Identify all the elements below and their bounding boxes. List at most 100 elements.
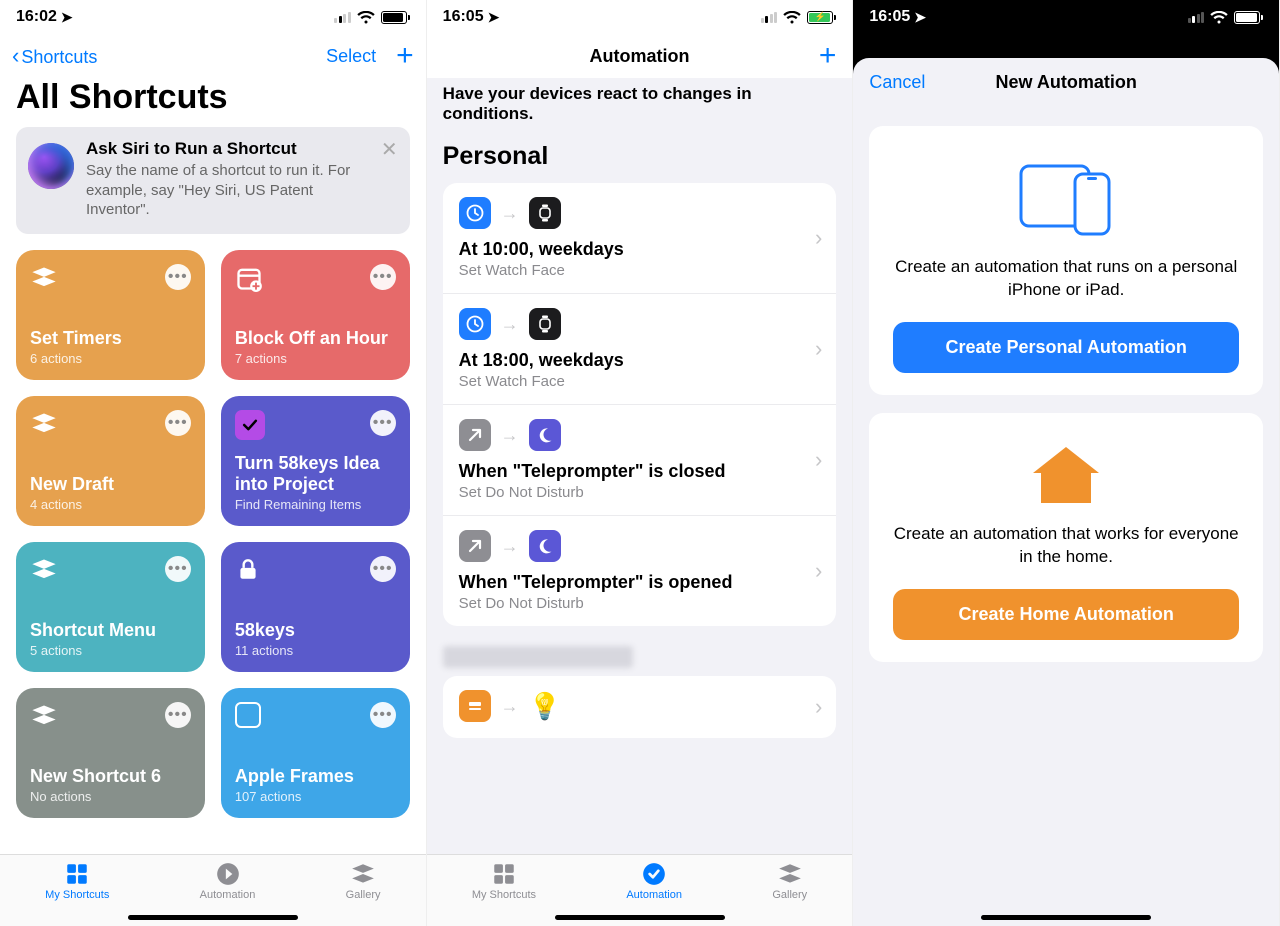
- automation-list: → At 10:00, weekdays Set Watch Face › → …: [443, 183, 837, 626]
- home-automation-card: Create an automation that works for ever…: [869, 413, 1263, 662]
- new-automation-sheet: Cancel New Automation Create an automati…: [853, 58, 1279, 926]
- home-indicator[interactable]: [128, 915, 298, 920]
- nav-bar: ‹Shortcuts Select +: [0, 34, 426, 78]
- more-icon[interactable]: •••: [165, 264, 191, 290]
- tab-my-shortcuts[interactable]: My Shortcuts: [45, 861, 109, 926]
- wifi-icon: [357, 11, 375, 24]
- shortcut-sub: 6 actions: [30, 351, 191, 366]
- redacted-section-header: [443, 646, 633, 668]
- automation-row[interactable]: → At 10:00, weekdays Set Watch Face ›: [443, 183, 837, 293]
- shortcut-name: Set Timers: [30, 328, 191, 349]
- automation-row[interactable]: → At 18:00, weekdays Set Watch Face ›: [443, 293, 837, 404]
- more-icon[interactable]: •••: [165, 702, 191, 728]
- automation-sub: Set Do Not Disturb: [459, 595, 801, 612]
- chevron-right-icon: ›: [815, 447, 822, 473]
- shortcut-card[interactable]: ••• Shortcut Menu 5 actions: [16, 542, 205, 672]
- lock-icon: [235, 556, 263, 584]
- status-bar: 16:05 ➤: [853, 0, 1279, 34]
- tab-gallery[interactable]: Gallery: [772, 861, 807, 926]
- automation-intro: Have your devices react to changes in co…: [427, 78, 853, 130]
- shortcut-sub: 11 actions: [235, 643, 396, 658]
- nav-bar: Automation +: [427, 34, 853, 78]
- watch-icon: [529, 197, 561, 229]
- more-icon[interactable]: •••: [370, 556, 396, 582]
- screen-new-automation: 16:05 ➤ Cancel New Automation: [853, 0, 1280, 926]
- add-button[interactable]: +: [819, 41, 837, 71]
- create-home-button[interactable]: Create Home Automation: [893, 589, 1239, 640]
- status-bar: 16:02 ➤: [0, 0, 426, 34]
- automation-title: At 10:00, weekdays: [459, 239, 801, 260]
- more-icon[interactable]: •••: [370, 264, 396, 290]
- shortcut-card[interactable]: ••• Set Timers 6 actions: [16, 250, 205, 380]
- sheet-title: New Automation: [996, 72, 1137, 93]
- arrow-right-icon: →: [501, 314, 519, 335]
- tab-my-shortcuts[interactable]: My Shortcuts: [472, 861, 536, 926]
- arrow-right-icon: →: [501, 425, 519, 446]
- cancel-button[interactable]: Cancel: [869, 72, 925, 93]
- wifi-icon: [783, 11, 801, 24]
- automation-sub: Set Do Not Disturb: [459, 484, 801, 501]
- automation-row[interactable]: → When "Teleprompter" is closed Set Do N…: [443, 404, 837, 515]
- location-icon: ➤: [488, 9, 500, 26]
- shortcut-name: Apple Frames: [235, 766, 396, 787]
- chevron-right-icon: ›: [815, 694, 822, 720]
- signal-icon: [1188, 12, 1205, 23]
- more-icon[interactable]: •••: [370, 410, 396, 436]
- calendar-plus-icon: [235, 264, 263, 292]
- automation-row[interactable]: → 💡 ›: [443, 676, 837, 738]
- shortcut-card[interactable]: ••• New Draft 4 actions: [16, 396, 205, 526]
- shortcut-card[interactable]: ••• New Shortcut 6 No actions: [16, 688, 205, 818]
- personal-automation-card: Create an automation that runs on a pers…: [869, 126, 1263, 395]
- page-title: All Shortcuts: [0, 78, 426, 127]
- shortcut-card[interactable]: ••• Block Off an Hour 7 actions: [221, 250, 410, 380]
- battery-icon: [1234, 11, 1263, 24]
- location-icon: ➤: [61, 9, 73, 26]
- more-icon[interactable]: •••: [370, 702, 396, 728]
- tab-gallery[interactable]: Gallery: [346, 861, 381, 926]
- chevron-right-icon: ›: [815, 336, 822, 362]
- siri-tip-sub: Say the name of a shortcut to run it. Fo…: [86, 161, 374, 220]
- stack-icon: [30, 410, 58, 438]
- more-icon[interactable]: •••: [165, 410, 191, 436]
- shortcut-card[interactable]: ••• 58keys 11 actions: [221, 542, 410, 672]
- shortcut-name: Block Off an Hour: [235, 328, 396, 349]
- back-button[interactable]: ‹Shortcuts: [12, 43, 97, 69]
- nfc-icon: [459, 690, 491, 722]
- chevron-right-icon: ›: [815, 225, 822, 251]
- home-indicator[interactable]: [981, 915, 1151, 920]
- shortcut-sub: No actions: [30, 789, 191, 804]
- close-icon[interactable]: ✕: [381, 137, 398, 162]
- status-time: 16:02: [16, 8, 57, 26]
- battery-icon: [381, 11, 410, 24]
- status-time: 16:05: [869, 8, 910, 26]
- bulb-icon: 💡: [529, 691, 561, 722]
- add-button[interactable]: +: [396, 41, 414, 71]
- automation-sub: Set Watch Face: [459, 262, 801, 279]
- signal-icon: [761, 12, 778, 23]
- shortcut-name: Shortcut Menu: [30, 620, 191, 641]
- personal-desc: Create an automation that runs on a pers…: [893, 256, 1239, 302]
- check-sheet-icon: [235, 410, 263, 438]
- siri-tip[interactable]: Ask Siri to Run a Shortcut Say the name …: [16, 127, 410, 234]
- signal-icon: [334, 12, 351, 23]
- create-personal-button[interactable]: Create Personal Automation: [893, 322, 1239, 373]
- wifi-icon: [1210, 11, 1228, 24]
- automation-title: When "Teleprompter" is opened: [459, 572, 801, 593]
- stack-icon: [30, 556, 58, 584]
- shortcut-card[interactable]: ••• Turn 58keys Idea into Project Find R…: [221, 396, 410, 526]
- shortcut-sub: 4 actions: [30, 497, 191, 512]
- home-indicator[interactable]: [555, 915, 725, 920]
- shortcuts-grid: ••• Set Timers 6 actions ••• Block Off a…: [0, 250, 426, 818]
- screen-all-shortcuts: 16:02 ➤ ‹Shortcuts Select + All Shortcut…: [0, 0, 427, 926]
- screen-automation-list: 16:05 ➤ ⚡ Automation + Have your devices…: [427, 0, 854, 926]
- section-header-personal: Personal: [427, 130, 853, 183]
- more-icon[interactable]: •••: [165, 556, 191, 582]
- shortcut-sub: Find Remaining Items: [235, 497, 396, 512]
- automation-row[interactable]: → When "Teleprompter" is opened Set Do N…: [443, 515, 837, 626]
- chevron-right-icon: ›: [815, 558, 822, 584]
- select-button[interactable]: Select: [326, 46, 376, 67]
- automation-sub: Set Watch Face: [459, 373, 801, 390]
- arrow-right-icon: →: [501, 203, 519, 224]
- shortcut-card[interactable]: ••• Apple Frames 107 actions: [221, 688, 410, 818]
- watch-icon: [529, 308, 561, 340]
